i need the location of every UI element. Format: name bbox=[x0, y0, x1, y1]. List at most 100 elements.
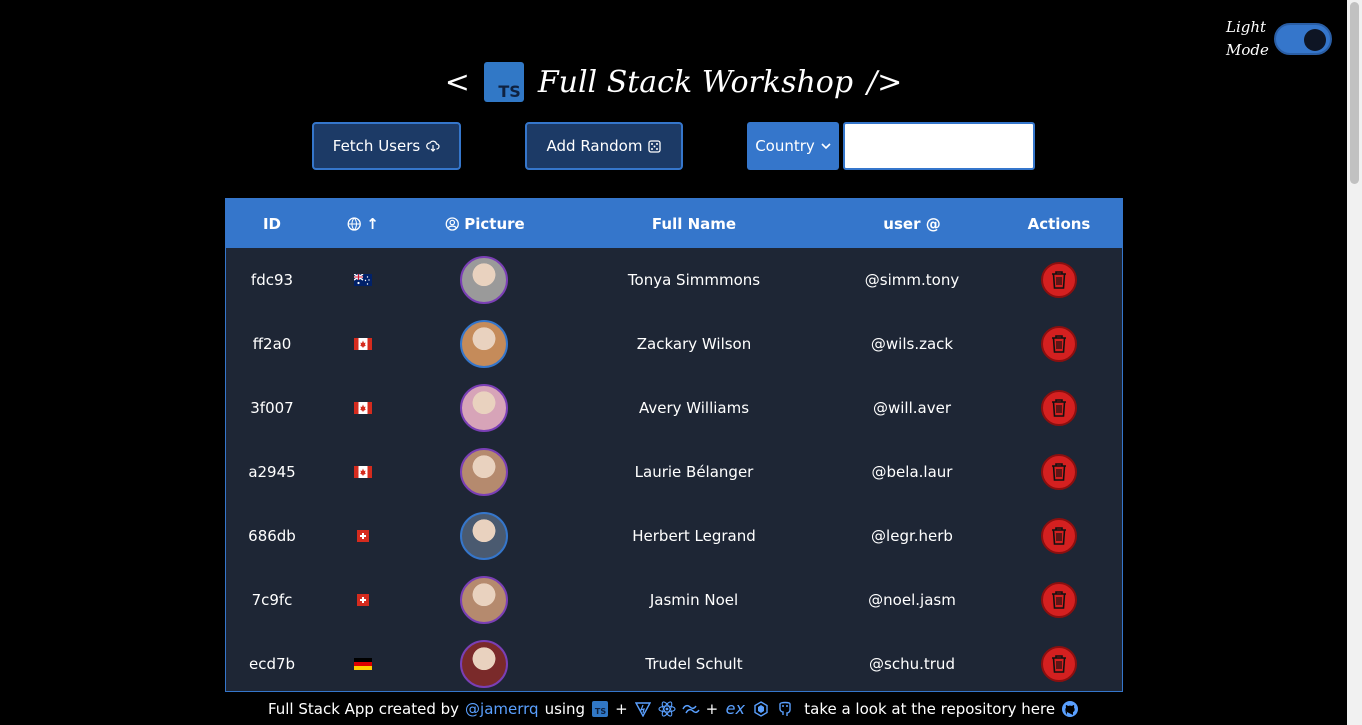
trash-icon bbox=[1052, 655, 1066, 673]
globe-icon bbox=[347, 216, 361, 231]
delete-user-button[interactable] bbox=[1041, 454, 1077, 490]
actions-cell bbox=[1041, 504, 1077, 568]
chevron-down-icon bbox=[821, 142, 831, 149]
add-random-button[interactable]: Add Random bbox=[525, 122, 683, 170]
column-actions-label: Actions bbox=[1027, 214, 1091, 233]
avatar bbox=[460, 576, 508, 624]
table-row: a2945 Laurie Bélanger @bela.laur bbox=[226, 440, 1122, 504]
express-icon: ex bbox=[725, 699, 745, 718]
user-circle-icon bbox=[445, 216, 459, 231]
column-username[interactable]: user @ bbox=[883, 199, 940, 248]
users-table: ID ↑ Picture Full Name user @ Actions fd… bbox=[225, 198, 1123, 692]
full-name: Avery Williams bbox=[638, 399, 750, 417]
username: @schu.trud bbox=[869, 655, 955, 673]
delete-user-button[interactable] bbox=[1041, 326, 1077, 362]
postgresql-icon bbox=[776, 700, 794, 718]
repository-link-text[interactable]: take a look at the repository here bbox=[804, 700, 1055, 718]
column-username-label: user @ bbox=[883, 214, 941, 233]
table-row: 686db Herbert Legrand @legr.herb bbox=[226, 504, 1122, 568]
trash-icon bbox=[1052, 591, 1066, 609]
footer-using: using bbox=[544, 699, 586, 718]
plus-sign: + bbox=[705, 699, 719, 718]
table-row: fdc93 Tonya Simmmons @simm.tony bbox=[226, 248, 1122, 312]
trash-icon bbox=[1052, 527, 1066, 545]
country-flag-icon bbox=[354, 504, 372, 568]
user-id: a2945 bbox=[248, 463, 296, 481]
fetch-users-button[interactable]: Fetch Users bbox=[312, 122, 461, 170]
actions-cell bbox=[1041, 376, 1077, 440]
username: @wils.zack bbox=[870, 335, 954, 353]
user-id: ff2a0 bbox=[252, 335, 292, 353]
delete-user-button[interactable] bbox=[1041, 262, 1077, 298]
country-flag-icon bbox=[354, 440, 372, 504]
avatar-cell bbox=[460, 632, 508, 691]
sort-arrow-up-icon: ↑ bbox=[366, 214, 379, 233]
actions-cell bbox=[1041, 632, 1077, 691]
trash-icon bbox=[1052, 335, 1066, 353]
trash-icon bbox=[1052, 463, 1066, 481]
theme-toggle[interactable]: Light Mode bbox=[1226, 16, 1332, 62]
column-picture[interactable]: Picture bbox=[445, 199, 525, 248]
avatar-cell bbox=[460, 568, 508, 632]
delete-user-button[interactable] bbox=[1041, 646, 1077, 682]
username: @simm.tony bbox=[864, 271, 960, 289]
github-icon[interactable] bbox=[1061, 700, 1079, 718]
switch-knob bbox=[1304, 29, 1326, 51]
typescript-logo-icon: TS bbox=[483, 62, 524, 102]
svg-text:TS: TS bbox=[595, 707, 606, 716]
tailwind-icon bbox=[682, 700, 700, 718]
title-open-bracket: < bbox=[444, 64, 470, 100]
full-name: Zackary Wilson bbox=[636, 335, 752, 353]
delete-user-button[interactable] bbox=[1041, 518, 1077, 554]
theme-switch[interactable] bbox=[1274, 23, 1332, 55]
page-title: < TS Full Stack Workshop /> bbox=[0, 62, 1347, 102]
column-fullname[interactable]: Full Name bbox=[652, 199, 736, 248]
actions-cell bbox=[1041, 248, 1077, 312]
country-select-value: Country bbox=[755, 137, 815, 155]
country-flag-icon bbox=[354, 248, 372, 312]
trash-icon bbox=[1052, 271, 1066, 289]
footer: Full Stack App created by @jamerrq using… bbox=[0, 692, 1347, 725]
avatar-cell bbox=[460, 440, 508, 504]
cloud-download-icon bbox=[426, 140, 440, 152]
full-name: Tonya Simmmons bbox=[627, 271, 761, 289]
page-scrollbar[interactable] bbox=[1347, 0, 1362, 725]
user-id: 3f007 bbox=[250, 399, 294, 417]
dice-icon bbox=[648, 139, 662, 153]
country-select[interactable]: Country bbox=[747, 122, 839, 170]
full-name: Laurie Bélanger bbox=[634, 463, 754, 481]
full-name: Jasmin Noel bbox=[649, 591, 739, 609]
column-country[interactable]: ↑ bbox=[347, 199, 379, 248]
avatar-cell bbox=[460, 504, 508, 568]
delete-user-button[interactable] bbox=[1041, 390, 1077, 426]
column-id[interactable]: ID bbox=[263, 199, 281, 248]
delete-user-button[interactable] bbox=[1041, 582, 1077, 618]
avatar bbox=[460, 640, 508, 688]
country-flag-icon bbox=[354, 632, 372, 691]
column-fullname-label: Full Name bbox=[651, 214, 737, 233]
table-row: ecd7b Trudel Schult @schu.trud bbox=[226, 632, 1122, 691]
author-link[interactable]: @jamerrq bbox=[465, 700, 539, 718]
actions-cell bbox=[1041, 312, 1077, 376]
logo-text: TS bbox=[498, 82, 521, 101]
title-close-bracket: /> bbox=[867, 64, 903, 100]
full-name: Trudel Schult bbox=[645, 655, 743, 673]
user-id: ecd7b bbox=[248, 655, 296, 673]
react-icon bbox=[658, 700, 676, 718]
avatar-cell bbox=[460, 248, 508, 312]
title-text: Full Stack Workshop bbox=[537, 64, 854, 100]
column-actions: Actions bbox=[1028, 199, 1091, 248]
column-picture-label: Picture bbox=[464, 214, 525, 233]
avatar bbox=[460, 512, 508, 560]
plus-sign: + bbox=[615, 699, 628, 718]
username: @bela.laur bbox=[871, 463, 953, 481]
avatar bbox=[460, 256, 508, 304]
table-row: ff2a0 Zackary Wilson @wils.zack bbox=[226, 312, 1122, 376]
user-id: 686db bbox=[248, 527, 296, 545]
search-input[interactable] bbox=[843, 122, 1035, 170]
avatar bbox=[460, 384, 508, 432]
actions-cell bbox=[1041, 440, 1077, 504]
scrollbar-thumb[interactable] bbox=[1350, 2, 1359, 184]
avatar-cell bbox=[460, 312, 508, 376]
prisma-icon bbox=[752, 700, 770, 718]
